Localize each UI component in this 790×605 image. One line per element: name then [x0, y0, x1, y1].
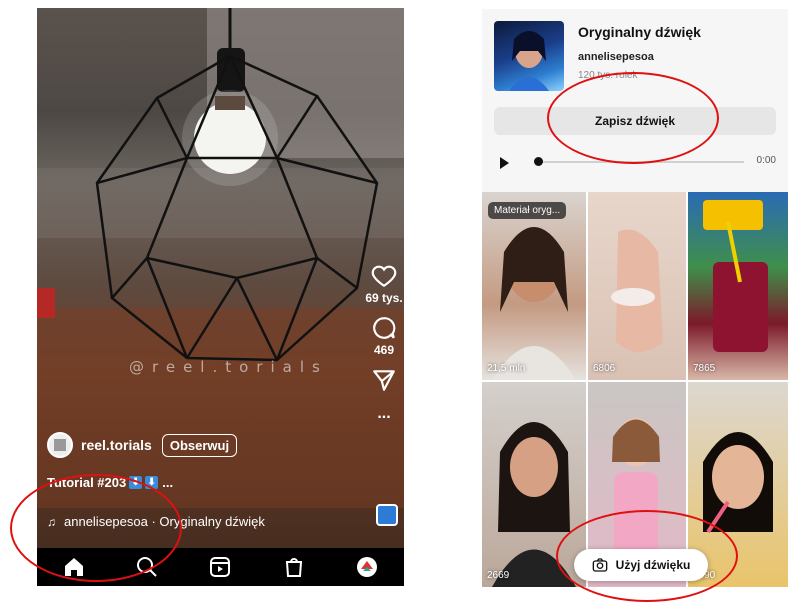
comment-button[interactable]: 469	[371, 315, 397, 357]
author-username[interactable]: reel.torials	[81, 437, 152, 453]
reel-tile[interactable]: 7865	[688, 192, 788, 380]
sound-title: Oryginalny dźwięk	[578, 24, 701, 40]
send-icon	[373, 370, 395, 391]
action-bar: 69 tys. 469 ...	[364, 263, 404, 433]
like-button[interactable]: 69 tys.	[365, 263, 403, 305]
view-count: 21,5 mln	[487, 363, 526, 374]
shop-icon[interactable]	[282, 555, 306, 579]
reel-tile[interactable]: 6806	[588, 192, 686, 380]
reel-tile[interactable]: Materiał oryg... 21,5 mln	[482, 192, 586, 380]
audio-thumbnail[interactable]	[376, 504, 398, 526]
watermark-text: @reel.torials	[129, 358, 328, 376]
view-count: 6806	[593, 363, 616, 374]
more-button[interactable]: ...	[377, 403, 390, 423]
follow-button[interactable]: Obserwuj	[161, 433, 238, 457]
playback-time: 0:00	[756, 155, 776, 166]
audio-cover-image	[494, 21, 564, 91]
comments-count: 469	[373, 343, 395, 357]
annotation-circle	[547, 72, 719, 164]
likes-count: 69 tys.	[365, 291, 403, 305]
profile-avatar[interactable]	[355, 555, 379, 579]
sound-author[interactable]: annelisepesoa	[578, 51, 654, 63]
heart-icon	[371, 265, 397, 288]
author-row: reel.torials Obserwuj	[47, 432, 238, 458]
play-icon[interactable]	[500, 157, 509, 169]
reels-icon[interactable]	[208, 555, 232, 579]
comment-icon	[373, 317, 396, 339]
more-icon: ...	[377, 405, 391, 422]
caption-ellipsis: ...	[162, 475, 174, 490]
view-count: 2669	[487, 570, 510, 581]
view-count: 7865	[693, 363, 716, 374]
progress-knob[interactable]	[534, 157, 543, 166]
author-avatar[interactable]	[47, 432, 73, 458]
annotation-circle	[556, 510, 738, 602]
annotation-circle	[10, 474, 182, 582]
original-material-tag: Materiał oryg...	[488, 202, 567, 219]
share-button[interactable]	[371, 367, 397, 393]
